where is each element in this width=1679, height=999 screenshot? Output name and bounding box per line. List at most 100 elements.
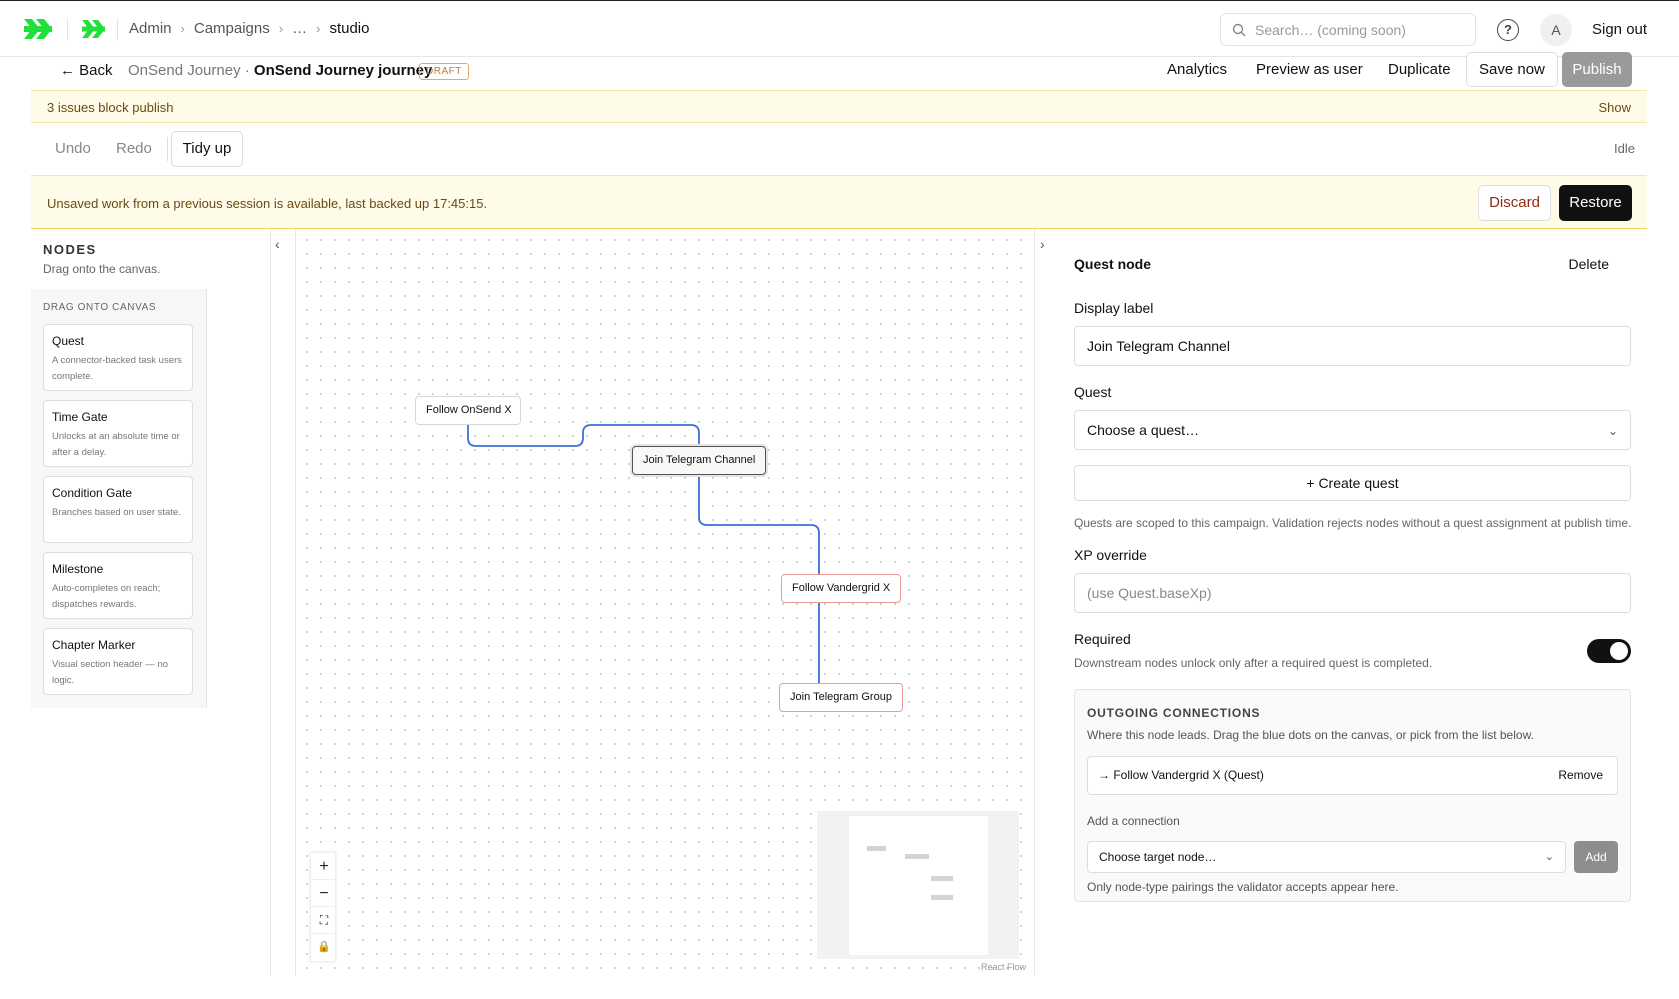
target-node-select[interactable]: Choose target node… ⌄	[1087, 841, 1566, 873]
chevron-right-icon: ›	[316, 21, 321, 36]
flow-node-follow-vandergrid-x[interactable]: Follow Vandergrid X	[781, 574, 901, 603]
panel-title: Quest node	[1074, 256, 1152, 272]
quest-select[interactable]: Choose a quest… ⌄	[1074, 410, 1631, 450]
palette-item-chapter-marker[interactable]: Chapter Marker Visual section header — n…	[43, 628, 193, 695]
minimap-viewport	[849, 816, 988, 955]
brand-mark-icon[interactable]	[80, 15, 108, 43]
journey-title: OnSend Journey · OnSend Journey journey	[128, 62, 432, 79]
edge-telegram-channel-to-vandergrid	[698, 475, 820, 574]
search-icon	[1232, 23, 1246, 37]
outgoing-title: OUTGOING CONNECTIONS	[1087, 706, 1261, 720]
add-connection-label: Add a connection	[1087, 814, 1180, 828]
status-badge: DRAFT	[419, 63, 469, 80]
breadcrumb-ellipsis[interactable]: …	[292, 20, 307, 37]
display-label-input[interactable]: Join Telegram Channel	[1074, 326, 1631, 366]
collapse-right-icon[interactable]: ›	[1040, 236, 1045, 252]
palette-title: NODES	[43, 242, 97, 257]
palette-item-title: Milestone	[52, 562, 104, 576]
palette-subtitle: Drag onto the canvas.	[43, 262, 161, 276]
remove-connection-button[interactable]: Remove	[1558, 757, 1603, 794]
studio-bar: ← Back OnSend Journey · OnSend Journey j…	[0, 52, 1679, 90]
validator-note: Only node-type pairings the validator ac…	[1087, 880, 1399, 894]
display-label-label: Display label	[1074, 300, 1154, 316]
create-quest-button[interactable]: + Create quest	[1074, 465, 1631, 501]
fit-view-icon[interactable]: ⛶	[311, 907, 337, 934]
palette-item-quest[interactable]: Quest A connector-backed task users comp…	[43, 324, 193, 391]
minimap-node	[905, 854, 929, 859]
palette-item-desc: Branches based on user state.	[52, 507, 181, 518]
toggle-knob	[1610, 642, 1628, 660]
breadcrumb-current: studio	[329, 20, 370, 37]
target-node-value: Choose target node…	[1099, 850, 1217, 864]
palette-item-milestone[interactable]: Milestone Auto-completes on reach; dispa…	[43, 552, 193, 619]
chevron-right-icon: ›	[278, 21, 284, 36]
header-divider	[117, 19, 118, 41]
issues-banner: 3 issues block publish Show	[31, 90, 1647, 123]
chevron-down-icon: ⌄	[1544, 851, 1554, 863]
back-button[interactable]: ← Back	[60, 62, 113, 79]
analytics-button[interactable]: Analytics	[1167, 61, 1227, 78]
connection-row: → Follow Vandergrid X (Quest) Remove	[1087, 756, 1618, 795]
palette-item-desc: Visual section header — no logic.	[52, 659, 169, 686]
search-placeholder: Search… (coming soon)	[1255, 21, 1406, 38]
palette-item-time-gate[interactable]: Time Gate Unlocks at an absolute time or…	[43, 400, 193, 467]
duplicate-button[interactable]: Duplicate	[1388, 61, 1451, 78]
outgoing-subtitle: Where this node leads. Drag the blue dot…	[1087, 728, 1534, 742]
zoom-in-icon[interactable]: +	[311, 853, 337, 880]
xp-override-input[interactable]: (use Quest.baseXp)	[1074, 573, 1631, 613]
minimap-node	[931, 895, 953, 900]
palette-item-title: Time Gate	[52, 410, 108, 424]
discard-button[interactable]: Discard	[1478, 185, 1551, 221]
top-header: Admin › Campaigns › … › studio Search… (…	[0, 0, 1679, 57]
palette-item-desc: Unlocks at an absolute time or after a d…	[52, 431, 180, 458]
quest-select-value: Choose a quest…	[1087, 422, 1200, 438]
chevron-down-icon: ⌄	[1607, 424, 1618, 438]
flow-node-join-telegram-group[interactable]: Join Telegram Group	[779, 683, 903, 712]
palette-list: DRAG ONTO CANVAS Quest A connector-backe…	[31, 289, 207, 708]
xp-override-label: XP override	[1074, 547, 1147, 563]
lock-icon[interactable]: 🔒	[311, 934, 337, 961]
outgoing-connections: OUTGOING CONNECTIONS Where this node lea…	[1074, 689, 1631, 902]
palette-item-desc: A connector-backed task users complete.	[52, 355, 182, 382]
unsaved-work-banner: Unsaved work from a previous session is …	[31, 175, 1647, 229]
chevron-right-icon: ›	[180, 21, 185, 36]
search-input[interactable]: Search… (coming soon)	[1220, 13, 1476, 46]
flow-canvas[interactable]: Follow OnSend X Join Telegram Channel Fo…	[295, 229, 1035, 976]
collapse-left-icon[interactable]: ‹	[275, 236, 280, 252]
breadcrumb: Admin › Campaigns › … › studio	[129, 20, 369, 37]
connection-target: → Follow Vandergrid X (Quest)	[1098, 768, 1264, 782]
save-now-button[interactable]: Save now	[1466, 52, 1558, 87]
flow-node-join-telegram-channel[interactable]: Join Telegram Channel	[632, 446, 766, 475]
help-icon[interactable]: ?	[1497, 19, 1519, 41]
journey-name: OnSend Journey journey	[253, 62, 433, 79]
add-connection-button[interactable]: Add	[1574, 841, 1618, 873]
quest-help-text: Quests are scoped to this campaign. Vali…	[1074, 516, 1632, 530]
required-help-text: Downstream nodes unlock only after a req…	[1074, 656, 1433, 670]
save-status: Idle	[1614, 141, 1635, 156]
palette-list-title: DRAG ONTO CANVAS	[43, 302, 157, 313]
node-palette: NODES Drag onto the canvas. DRAG ONTO CA…	[31, 229, 271, 976]
sign-out-button[interactable]: Sign out	[1592, 21, 1647, 38]
publish-button[interactable]: Publish	[1562, 52, 1632, 87]
redo-button[interactable]: Redo	[116, 140, 152, 157]
delete-node-button[interactable]: Delete	[1569, 256, 1609, 272]
tidy-up-button[interactable]: Tidy up	[171, 131, 243, 167]
edge-follow-onsend-to-telegram-channel	[467, 424, 700, 447]
avatar[interactable]: A	[1540, 14, 1572, 46]
show-issues-button[interactable]: Show	[1598, 100, 1631, 115]
palette-item-condition-gate[interactable]: Condition Gate Branches based on user st…	[43, 476, 193, 543]
breadcrumb-campaigns[interactable]: Campaigns	[194, 20, 270, 37]
required-label: Required	[1074, 631, 1131, 647]
breadcrumb-admin[interactable]: Admin	[129, 20, 172, 37]
issues-text: 3 issues block publish	[47, 100, 174, 115]
preview-as-user-button[interactable]: Preview as user	[1256, 61, 1363, 78]
zoom-out-icon[interactable]: −	[311, 880, 337, 907]
restore-button[interactable]: Restore	[1559, 185, 1632, 221]
react-flow-attribution[interactable]: React Flow	[981, 962, 1026, 972]
brand-logo-icon[interactable]	[22, 15, 56, 43]
flow-node-follow-onsend-x[interactable]: Follow OnSend X	[415, 396, 521, 425]
undo-button[interactable]: Undo	[55, 140, 91, 157]
minimap[interactable]	[817, 811, 1019, 959]
required-toggle[interactable]	[1587, 639, 1631, 663]
palette-item-title: Chapter Marker	[52, 638, 136, 652]
